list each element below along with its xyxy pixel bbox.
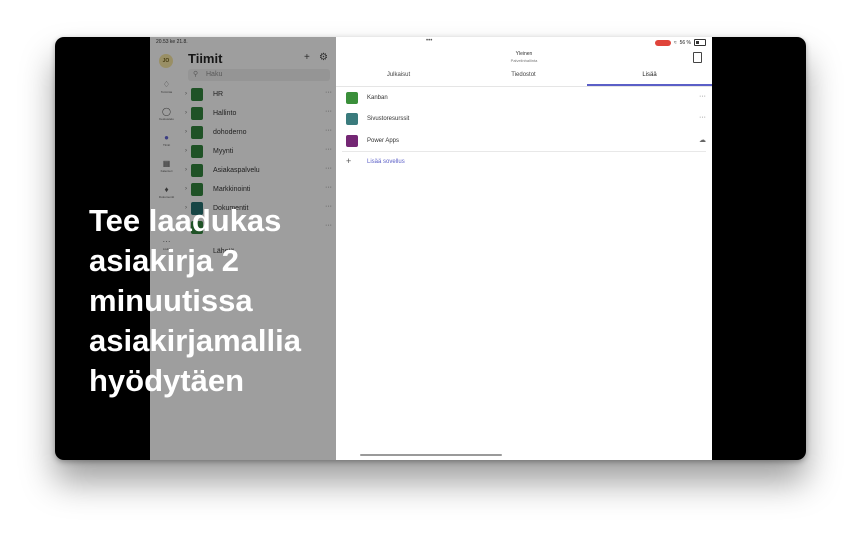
tabs-divider — [336, 86, 712, 87]
caption-line: asiakirjamallia — [89, 323, 301, 358]
more-icon[interactable]: ··· — [699, 114, 706, 121]
app-name: Sivustoresurssit — [367, 116, 410, 122]
record-indicator-icon — [654, 39, 671, 46]
wifi-icon: ≈ — [673, 39, 677, 46]
battery-level: 56 % — [679, 39, 691, 46]
power-apps-icon — [346, 135, 358, 147]
app-item-site-resources[interactable]: Sivustoresurssit ··· — [336, 110, 712, 130]
site-resources-app-icon — [346, 113, 358, 125]
cloud-download-icon[interactable]: ☁ — [699, 136, 706, 144]
channel-subtitle: Palvelinhallinta — [510, 58, 538, 63]
app-name: Power Apps — [367, 138, 400, 144]
tab-files[interactable]: Tiedostot — [461, 72, 586, 78]
more-icon[interactable]: ··· — [699, 93, 706, 100]
caption-line: asiakirja 2 — [89, 243, 239, 278]
tab-more[interactable]: Lisää — [587, 72, 712, 78]
add-app-label: Lisää sovellus — [367, 159, 405, 165]
tab-posts[interactable]: Julkaisut — [336, 72, 461, 78]
kanban-app-icon — [346, 92, 358, 104]
divider — [342, 151, 706, 152]
status-bar: ≈ 56 % — [654, 39, 706, 46]
multitask-dots[interactable]: ••• — [426, 38, 432, 44]
app-name: Kanban — [367, 95, 388, 101]
battery-icon — [694, 39, 706, 46]
channel-view: ••• ≈ 56 % Yleinen Palvelinhallinta Julk… — [336, 37, 712, 460]
channel-info-icon[interactable] — [693, 52, 702, 63]
overlay-caption: Tee laadukas asiakirja 2 minuutissa asia… — [89, 201, 349, 401]
caption-line: hyödytäen — [89, 363, 245, 398]
channel-title: Yleinen — [515, 51, 533, 57]
caption-line: Tee laadukas — [89, 203, 282, 238]
home-indicator[interactable] — [360, 454, 502, 456]
caption-line: minuutissa — [89, 283, 253, 318]
active-tab-indicator — [587, 84, 712, 86]
app-item-kanban[interactable]: Kanban ··· — [336, 89, 712, 109]
plus-icon: + — [346, 156, 352, 166]
app-item-power-apps[interactable]: Power Apps ☁ — [336, 132, 712, 152]
